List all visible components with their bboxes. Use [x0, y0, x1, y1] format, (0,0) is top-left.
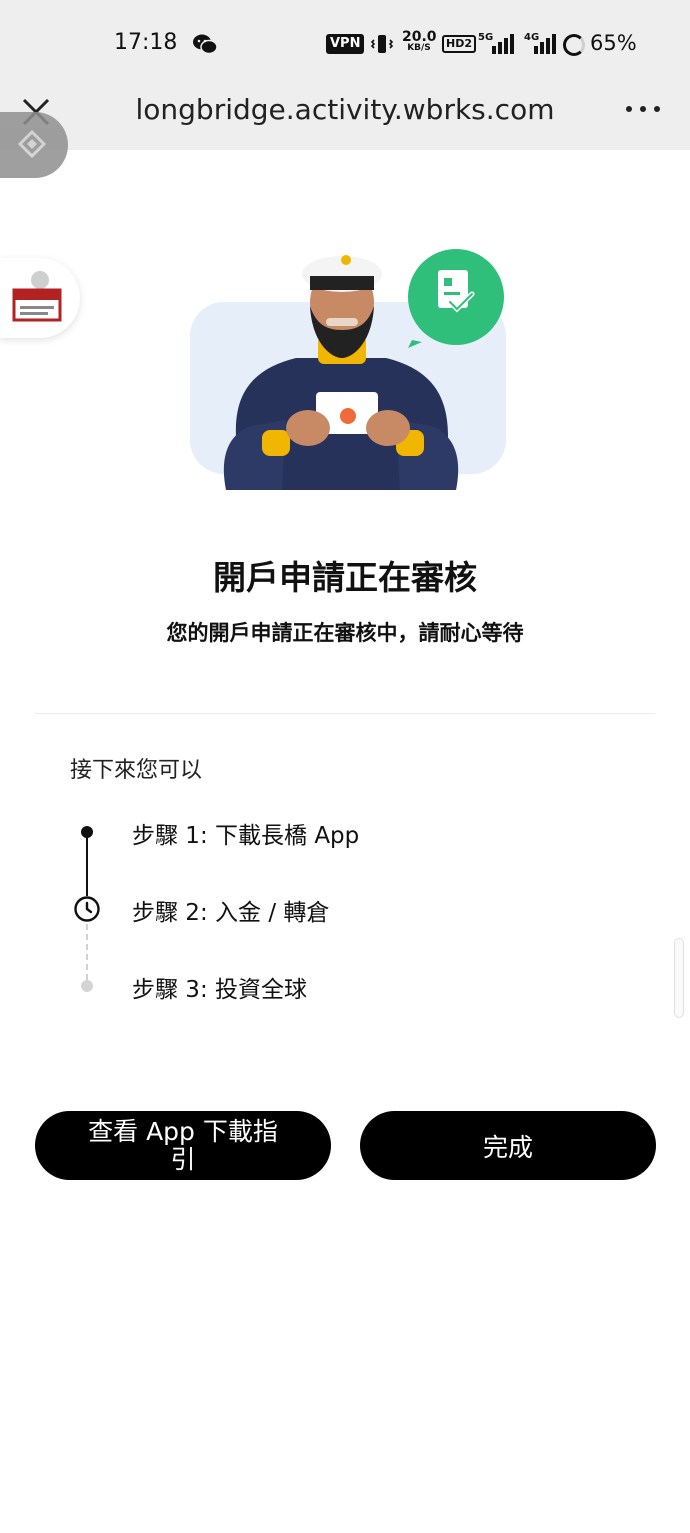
done-button[interactable]: 完成	[360, 1111, 656, 1180]
status-time: 17:18	[114, 30, 178, 55]
status-bar: 17:18 VPN 20.0 KB/S HD2 5G 4G 65%	[0, 0, 690, 80]
more-menu-button[interactable]	[620, 94, 666, 124]
signal-4g-icon: 4G	[524, 32, 564, 56]
step-connector-done	[86, 836, 88, 896]
scrollbar[interactable]	[674, 938, 684, 1018]
page-title: 開戶申請正在審核	[213, 558, 477, 597]
battery-icon	[563, 34, 585, 56]
diamond-logo-icon	[18, 130, 46, 158]
vpn-badge: VPN	[326, 34, 365, 54]
clock-icon	[74, 896, 100, 922]
step-connector-pending	[86, 924, 88, 980]
floating-sticker-avatar[interactable]	[0, 258, 80, 338]
divider	[35, 713, 655, 714]
browser-toolbar: longbridge.activity.wbrks.com	[0, 80, 690, 150]
more-icon	[626, 106, 632, 112]
net-speed: 20.0 KB/S	[402, 29, 437, 53]
next-steps-label: 接下來您可以	[70, 758, 203, 783]
captain-review-illustration	[190, 249, 506, 490]
step-done-dot-icon	[81, 826, 93, 838]
step-2: 步驟 2: 入金 / 轉倉	[132, 900, 330, 926]
hd-badge: HD2	[442, 35, 476, 53]
url-text[interactable]: longbridge.activity.wbrks.com	[100, 93, 590, 126]
vibrate-icon	[370, 35, 394, 53]
floating-assistant-button[interactable]	[0, 112, 68, 178]
step-pending-dot-icon	[81, 980, 93, 992]
step-1: 步驟 1: 下載長橋 App	[132, 823, 360, 849]
view-app-download-guide-button[interactable]: 查看 App 下載指引	[35, 1111, 331, 1180]
signal-5g-icon: 5G	[478, 32, 518, 56]
battery-percent: 65%	[590, 31, 637, 55]
step-3: 步驟 3: 投資全球	[132, 977, 308, 1003]
page-subtitle: 您的開戶申請正在審核中，請耐心等待	[166, 621, 524, 645]
wechat-icon	[193, 34, 218, 55]
mascot-sign-icon	[12, 271, 62, 322]
